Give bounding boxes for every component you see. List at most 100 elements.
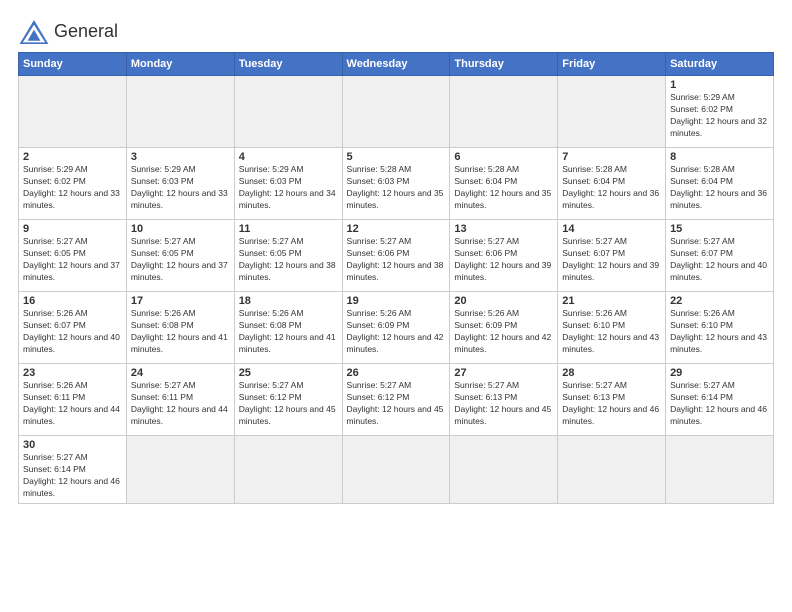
weekday-header-wednesday: Wednesday: [342, 53, 450, 76]
calendar-cell: 15Sunrise: 5:27 AM Sunset: 6:07 PM Dayli…: [666, 220, 774, 292]
day-number: 19: [347, 295, 446, 307]
day-number: 17: [131, 295, 230, 307]
day-number: 4: [239, 151, 338, 163]
calendar-cell: 14Sunrise: 5:27 AM Sunset: 6:07 PM Dayli…: [558, 220, 666, 292]
weekday-header-friday: Friday: [558, 53, 666, 76]
calendar-cell: 9Sunrise: 5:27 AM Sunset: 6:05 PM Daylig…: [19, 220, 127, 292]
calendar-cell: 23Sunrise: 5:26 AM Sunset: 6:11 PM Dayli…: [19, 364, 127, 436]
calendar-cell: 18Sunrise: 5:26 AM Sunset: 6:08 PM Dayli…: [234, 292, 342, 364]
calendar-cell: [342, 436, 450, 504]
calendar-cell: [126, 76, 234, 148]
calendar-cell: 8Sunrise: 5:28 AM Sunset: 6:04 PM Daylig…: [666, 148, 774, 220]
day-number: 9: [23, 223, 122, 235]
calendar-cell: [342, 76, 450, 148]
calendar-cell: 4Sunrise: 5:29 AM Sunset: 6:03 PM Daylig…: [234, 148, 342, 220]
day-number: 3: [131, 151, 230, 163]
calendar-cell: 5Sunrise: 5:28 AM Sunset: 6:03 PM Daylig…: [342, 148, 450, 220]
day-number: 7: [562, 151, 661, 163]
calendar-cell: 28Sunrise: 5:27 AM Sunset: 6:13 PM Dayli…: [558, 364, 666, 436]
day-info: Sunrise: 5:27 AM Sunset: 6:05 PM Dayligh…: [131, 236, 230, 284]
day-info: Sunrise: 5:28 AM Sunset: 6:04 PM Dayligh…: [454, 164, 553, 212]
day-number: 10: [131, 223, 230, 235]
calendar-cell: 21Sunrise: 5:26 AM Sunset: 6:10 PM Dayli…: [558, 292, 666, 364]
day-number: 14: [562, 223, 661, 235]
day-info: Sunrise: 5:27 AM Sunset: 6:05 PM Dayligh…: [23, 236, 122, 284]
calendar-cell: 10Sunrise: 5:27 AM Sunset: 6:05 PM Dayli…: [126, 220, 234, 292]
day-number: 22: [670, 295, 769, 307]
calendar-cell: [126, 436, 234, 504]
day-number: 12: [347, 223, 446, 235]
calendar-cell: 25Sunrise: 5:27 AM Sunset: 6:12 PM Dayli…: [234, 364, 342, 436]
header: General: [18, 18, 774, 46]
day-info: Sunrise: 5:28 AM Sunset: 6:04 PM Dayligh…: [562, 164, 661, 212]
calendar-page: General SundayMondayTuesdayWednesdayThur…: [0, 0, 792, 514]
calendar-cell: 20Sunrise: 5:26 AM Sunset: 6:09 PM Dayli…: [450, 292, 558, 364]
weekday-header-thursday: Thursday: [450, 53, 558, 76]
day-info: Sunrise: 5:27 AM Sunset: 6:12 PM Dayligh…: [347, 380, 446, 428]
day-info: Sunrise: 5:27 AM Sunset: 6:13 PM Dayligh…: [562, 380, 661, 428]
day-number: 27: [454, 367, 553, 379]
day-number: 8: [670, 151, 769, 163]
calendar-cell: 1Sunrise: 5:29 AM Sunset: 6:02 PM Daylig…: [666, 76, 774, 148]
day-number: 28: [562, 367, 661, 379]
calendar-cell: 12Sunrise: 5:27 AM Sunset: 6:06 PM Dayli…: [342, 220, 450, 292]
day-number: 18: [239, 295, 338, 307]
logo-text: General: [54, 22, 118, 42]
calendar-cell: 24Sunrise: 5:27 AM Sunset: 6:11 PM Dayli…: [126, 364, 234, 436]
calendar-cell: [234, 436, 342, 504]
day-number: 21: [562, 295, 661, 307]
week-row-0: 1Sunrise: 5:29 AM Sunset: 6:02 PM Daylig…: [19, 76, 774, 148]
weekday-header-sunday: Sunday: [19, 53, 127, 76]
day-info: Sunrise: 5:27 AM Sunset: 6:06 PM Dayligh…: [347, 236, 446, 284]
calendar-cell: [558, 76, 666, 148]
day-number: 13: [454, 223, 553, 235]
calendar-cell: [234, 76, 342, 148]
day-info: Sunrise: 5:26 AM Sunset: 6:10 PM Dayligh…: [670, 308, 769, 356]
weekday-header-monday: Monday: [126, 53, 234, 76]
weekday-header-tuesday: Tuesday: [234, 53, 342, 76]
day-info: Sunrise: 5:26 AM Sunset: 6:11 PM Dayligh…: [23, 380, 122, 428]
day-number: 11: [239, 223, 338, 235]
day-number: 29: [670, 367, 769, 379]
calendar-cell: 19Sunrise: 5:26 AM Sunset: 6:09 PM Dayli…: [342, 292, 450, 364]
day-number: 1: [670, 79, 769, 91]
day-info: Sunrise: 5:29 AM Sunset: 6:03 PM Dayligh…: [131, 164, 230, 212]
day-number: 5: [347, 151, 446, 163]
day-number: 23: [23, 367, 122, 379]
day-info: Sunrise: 5:27 AM Sunset: 6:06 PM Dayligh…: [454, 236, 553, 284]
week-row-1: 2Sunrise: 5:29 AM Sunset: 6:02 PM Daylig…: [19, 148, 774, 220]
calendar-table: SundayMondayTuesdayWednesdayThursdayFrid…: [18, 52, 774, 504]
calendar-cell: 3Sunrise: 5:29 AM Sunset: 6:03 PM Daylig…: [126, 148, 234, 220]
week-row-4: 23Sunrise: 5:26 AM Sunset: 6:11 PM Dayli…: [19, 364, 774, 436]
day-info: Sunrise: 5:26 AM Sunset: 6:08 PM Dayligh…: [239, 308, 338, 356]
calendar-cell: [450, 436, 558, 504]
week-row-3: 16Sunrise: 5:26 AM Sunset: 6:07 PM Dayli…: [19, 292, 774, 364]
day-info: Sunrise: 5:27 AM Sunset: 6:14 PM Dayligh…: [670, 380, 769, 428]
day-info: Sunrise: 5:26 AM Sunset: 6:09 PM Dayligh…: [454, 308, 553, 356]
week-row-2: 9Sunrise: 5:27 AM Sunset: 6:05 PM Daylig…: [19, 220, 774, 292]
weekday-header-saturday: Saturday: [666, 53, 774, 76]
day-number: 15: [670, 223, 769, 235]
day-info: Sunrise: 5:26 AM Sunset: 6:09 PM Dayligh…: [347, 308, 446, 356]
calendar-cell: 16Sunrise: 5:26 AM Sunset: 6:07 PM Dayli…: [19, 292, 127, 364]
calendar-cell: 22Sunrise: 5:26 AM Sunset: 6:10 PM Dayli…: [666, 292, 774, 364]
day-number: 16: [23, 295, 122, 307]
week-row-5: 30Sunrise: 5:27 AM Sunset: 6:14 PM Dayli…: [19, 436, 774, 504]
calendar-cell: 17Sunrise: 5:26 AM Sunset: 6:08 PM Dayli…: [126, 292, 234, 364]
calendar-cell: 29Sunrise: 5:27 AM Sunset: 6:14 PM Dayli…: [666, 364, 774, 436]
logo-icon: [18, 18, 50, 46]
calendar-cell: [19, 76, 127, 148]
day-info: Sunrise: 5:26 AM Sunset: 6:07 PM Dayligh…: [23, 308, 122, 356]
day-info: Sunrise: 5:26 AM Sunset: 6:10 PM Dayligh…: [562, 308, 661, 356]
weekday-header-row: SundayMondayTuesdayWednesdayThursdayFrid…: [19, 53, 774, 76]
calendar-cell: 11Sunrise: 5:27 AM Sunset: 6:05 PM Dayli…: [234, 220, 342, 292]
day-number: 30: [23, 439, 122, 451]
day-info: Sunrise: 5:29 AM Sunset: 6:02 PM Dayligh…: [670, 92, 769, 140]
calendar-cell: 30Sunrise: 5:27 AM Sunset: 6:14 PM Dayli…: [19, 436, 127, 504]
day-number: 24: [131, 367, 230, 379]
day-info: Sunrise: 5:27 AM Sunset: 6:13 PM Dayligh…: [454, 380, 553, 428]
calendar-cell: [666, 436, 774, 504]
day-info: Sunrise: 5:29 AM Sunset: 6:03 PM Dayligh…: [239, 164, 338, 212]
calendar-cell: 7Sunrise: 5:28 AM Sunset: 6:04 PM Daylig…: [558, 148, 666, 220]
calendar-cell: 13Sunrise: 5:27 AM Sunset: 6:06 PM Dayli…: [450, 220, 558, 292]
